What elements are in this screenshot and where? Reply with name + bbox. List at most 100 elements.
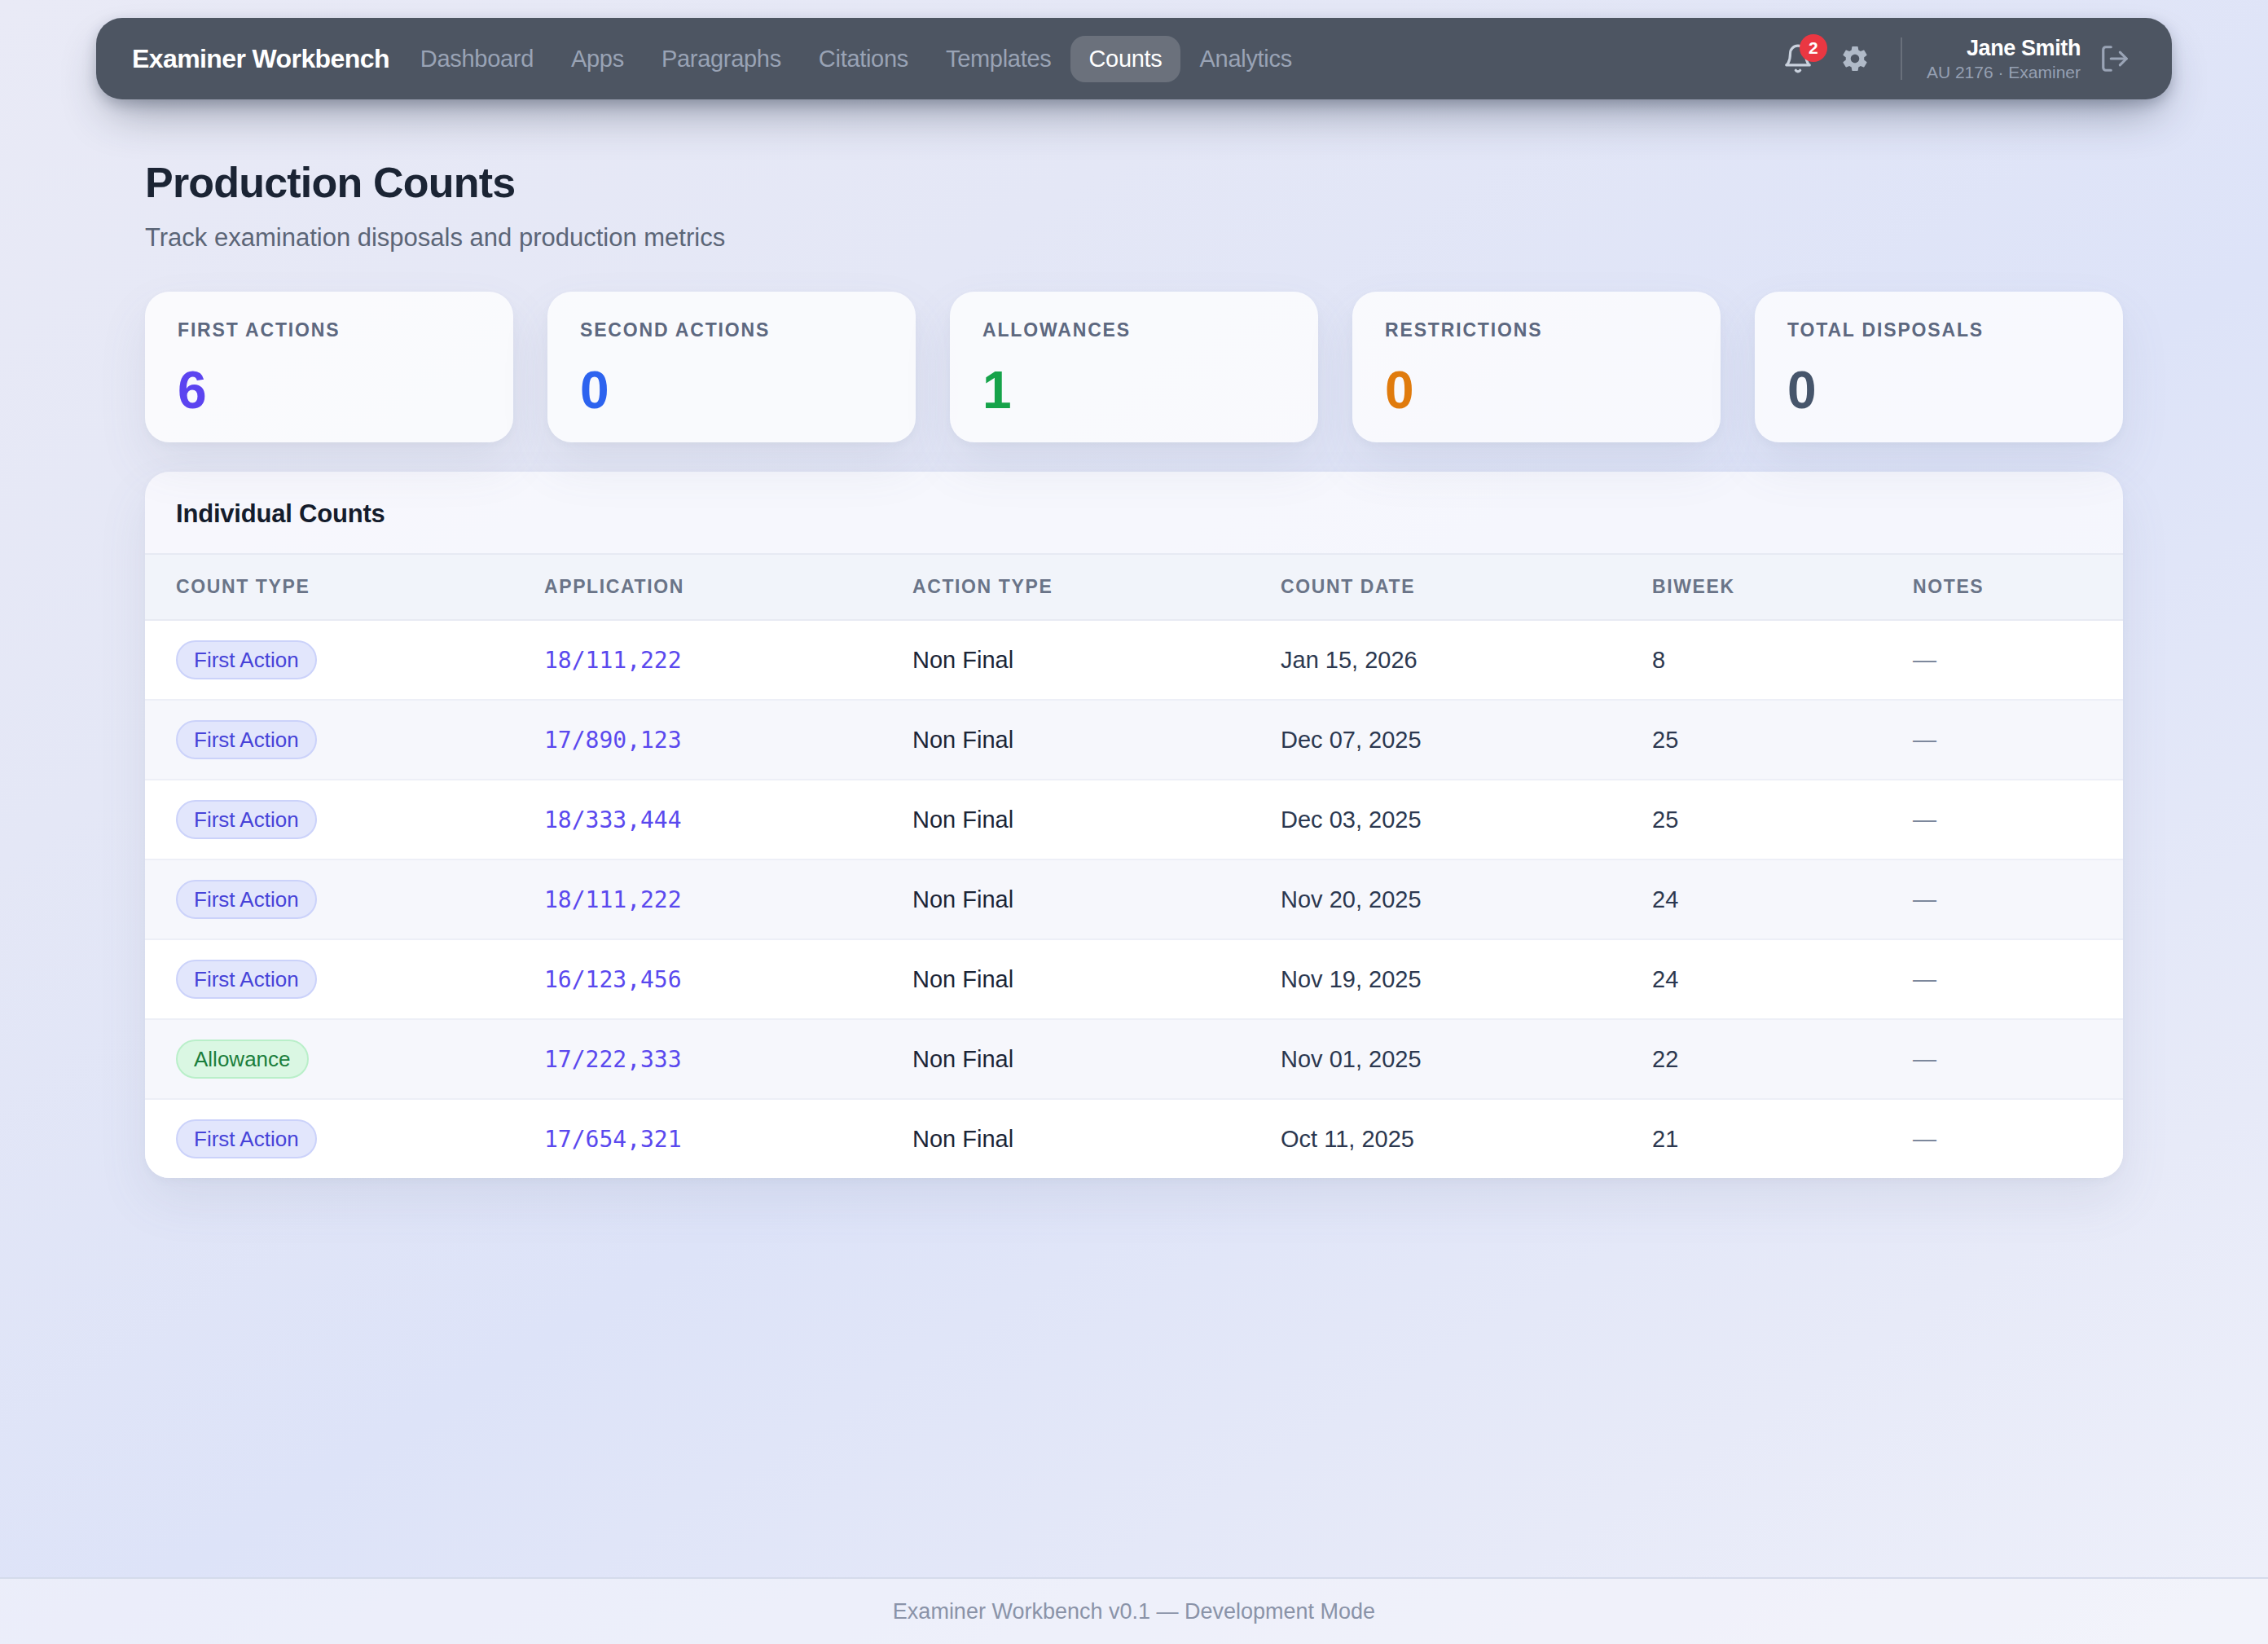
stat-label: FIRST ACTIONS bbox=[178, 319, 481, 341]
application-link[interactable]: 18/111,222 bbox=[544, 886, 682, 913]
main-content: Production Counts Track examination disp… bbox=[145, 99, 2123, 1178]
page-title: Production Counts bbox=[145, 158, 2123, 207]
biweek-cell: 25 bbox=[1621, 780, 1882, 859]
table-row: First Action 16/123,456 Non Final Nov 19… bbox=[145, 939, 2123, 1019]
nav-item-citations[interactable]: Citations bbox=[801, 36, 926, 82]
count-date-cell: Jan 15, 2026 bbox=[1250, 620, 1621, 700]
count-type-badge: First Action bbox=[176, 640, 317, 679]
user-info[interactable]: Jane Smith AU 2176 · Examiner bbox=[1927, 34, 2081, 83]
biweek-cell: 8 bbox=[1621, 620, 1882, 700]
user-name: Jane Smith bbox=[1927, 34, 2081, 62]
logout-button[interactable] bbox=[2094, 37, 2136, 80]
biweek-cell: 24 bbox=[1621, 939, 1882, 1019]
application-link[interactable]: 17/222,333 bbox=[544, 1046, 682, 1073]
notes-cell: — bbox=[1882, 1019, 2123, 1099]
top-nav: Examiner Workbench DashboardAppsParagrap… bbox=[96, 18, 2172, 99]
stat-card-first-actions: FIRST ACTIONS 6 bbox=[145, 292, 513, 442]
stat-value: 6 bbox=[178, 363, 481, 418]
action-type-cell: Non Final bbox=[881, 859, 1250, 939]
notes-cell: — bbox=[1882, 939, 2123, 1019]
table-header-row: COUNT TYPEAPPLICATIONACTION TYPECOUNT DA… bbox=[145, 554, 2123, 620]
logout-icon bbox=[2099, 43, 2130, 74]
stat-card-restrictions: RESTRICTIONS 0 bbox=[1352, 292, 1721, 442]
count-type-badge: First Action bbox=[176, 1119, 317, 1158]
page-subtitle: Track examination disposals and producti… bbox=[145, 223, 2123, 253]
nav-item-counts[interactable]: Counts bbox=[1070, 36, 1180, 82]
notes-cell: — bbox=[1882, 859, 2123, 939]
column-header-application: APPLICATION bbox=[513, 554, 881, 620]
count-type-badge: First Action bbox=[176, 800, 317, 839]
nav-item-dashboard[interactable]: Dashboard bbox=[402, 36, 552, 82]
table-row: First Action 18/111,222 Non Final Nov 20… bbox=[145, 859, 2123, 939]
counts-table: COUNT TYPEAPPLICATIONACTION TYPECOUNT DA… bbox=[145, 553, 2123, 1178]
nav-item-analytics[interactable]: Analytics bbox=[1182, 36, 1310, 82]
application-link[interactable]: 18/333,444 bbox=[544, 807, 682, 833]
count-date-cell: Oct 11, 2025 bbox=[1250, 1099, 1621, 1178]
stat-value: 1 bbox=[982, 363, 1286, 418]
count-date-cell: Dec 03, 2025 bbox=[1250, 780, 1621, 859]
stat-value: 0 bbox=[1385, 363, 1688, 418]
stat-label: TOTAL DISPOSALS bbox=[1787, 319, 2090, 341]
action-type-cell: Non Final bbox=[881, 1099, 1250, 1178]
count-date-cell: Nov 01, 2025 bbox=[1250, 1019, 1621, 1099]
application-link[interactable]: 18/111,222 bbox=[544, 647, 682, 674]
table-title: Individual Counts bbox=[176, 499, 2092, 529]
column-header-count-type: COUNT TYPE bbox=[145, 554, 513, 620]
count-type-badge: First Action bbox=[176, 960, 317, 999]
count-date-cell: Nov 19, 2025 bbox=[1250, 939, 1621, 1019]
notes-cell: — bbox=[1882, 700, 2123, 780]
stat-value: 0 bbox=[580, 363, 883, 418]
user-meta: AU 2176 · Examiner bbox=[1927, 62, 2081, 83]
column-header-count-date: COUNT DATE bbox=[1250, 554, 1621, 620]
table-row: First Action 17/890,123 Non Final Dec 07… bbox=[145, 700, 2123, 780]
biweek-cell: 22 bbox=[1621, 1019, 1882, 1099]
stat-label: ALLOWANCES bbox=[982, 319, 1286, 341]
nav-links: DashboardAppsParagraphsCitationsTemplate… bbox=[402, 36, 1310, 82]
notes-cell: — bbox=[1882, 1099, 2123, 1178]
table-card-header: Individual Counts bbox=[145, 472, 2123, 553]
gear-icon bbox=[1840, 44, 1870, 73]
application-link[interactable]: 17/890,123 bbox=[544, 727, 682, 754]
stat-card-allowances: ALLOWANCES 1 bbox=[950, 292, 1318, 442]
footer-text: Examiner Workbench v0.1 — Development Mo… bbox=[893, 1599, 1375, 1624]
action-type-cell: Non Final bbox=[881, 620, 1250, 700]
action-type-cell: Non Final bbox=[881, 1019, 1250, 1099]
application-link[interactable]: 17/654,321 bbox=[544, 1126, 682, 1153]
notes-cell: — bbox=[1882, 620, 2123, 700]
count-type-badge: First Action bbox=[176, 720, 317, 759]
action-type-cell: Non Final bbox=[881, 780, 1250, 859]
column-header-notes: NOTES bbox=[1882, 554, 2123, 620]
column-header-biweek: BIWEEK bbox=[1621, 554, 1882, 620]
stat-label: RESTRICTIONS bbox=[1385, 319, 1688, 341]
table-row: Allowance 17/222,333 Non Final Nov 01, 2… bbox=[145, 1019, 2123, 1099]
nav-item-apps[interactable]: Apps bbox=[553, 36, 642, 82]
stat-label: SECOND ACTIONS bbox=[580, 319, 883, 341]
count-type-badge: Allowance bbox=[176, 1040, 309, 1079]
app-title: Examiner Workbench bbox=[132, 44, 389, 74]
count-date-cell: Dec 07, 2025 bbox=[1250, 700, 1621, 780]
stat-value: 0 bbox=[1787, 363, 2090, 418]
biweek-cell: 21 bbox=[1621, 1099, 1882, 1178]
application-link[interactable]: 16/123,456 bbox=[544, 966, 682, 993]
count-date-cell: Nov 20, 2025 bbox=[1250, 859, 1621, 939]
nav-divider bbox=[1901, 37, 1902, 80]
biweek-cell: 25 bbox=[1621, 700, 1882, 780]
table-row: First Action 18/333,444 Non Final Dec 03… bbox=[145, 780, 2123, 859]
individual-counts-card: Individual Counts COUNT TYPEAPPLICATIONA… bbox=[145, 472, 2123, 1178]
action-type-cell: Non Final bbox=[881, 939, 1250, 1019]
notes-cell: — bbox=[1882, 780, 2123, 859]
action-type-cell: Non Final bbox=[881, 700, 1250, 780]
biweek-cell: 24 bbox=[1621, 859, 1882, 939]
settings-button[interactable] bbox=[1834, 37, 1876, 80]
notification-badge: 2 bbox=[1800, 34, 1827, 62]
stat-card-total-disposals: TOTAL DISPOSALS 0 bbox=[1755, 292, 2123, 442]
table-row: First Action 17/654,321 Non Final Oct 11… bbox=[145, 1099, 2123, 1178]
stat-card-second-actions: SECOND ACTIONS 0 bbox=[547, 292, 916, 442]
stats-row: FIRST ACTIONS 6 SECOND ACTIONS 0 ALLOWAN… bbox=[145, 292, 2123, 442]
column-header-action-type: ACTION TYPE bbox=[881, 554, 1250, 620]
nav-right: 2 Jane Smith AU 2176 · Examiner bbox=[1777, 34, 2136, 83]
notifications-button[interactable]: 2 bbox=[1777, 37, 1819, 80]
footer: Examiner Workbench v0.1 — Development Mo… bbox=[0, 1577, 2268, 1644]
nav-item-paragraphs[interactable]: Paragraphs bbox=[644, 36, 799, 82]
nav-item-templates[interactable]: Templates bbox=[928, 36, 1069, 82]
